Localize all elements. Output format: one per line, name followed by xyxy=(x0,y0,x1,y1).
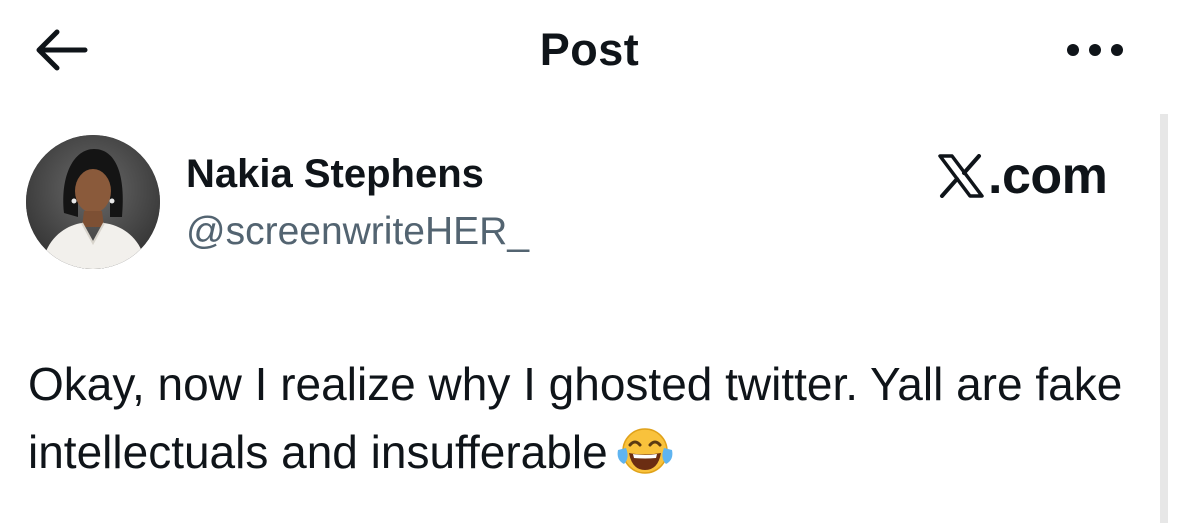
post-screen: Post Nakia Stephens @screenwriteHER_ .co… xyxy=(0,0,1179,523)
post-body: Okay, now I realize why I ghosted twitte… xyxy=(28,350,1148,486)
author-handle[interactable]: @screenwriteHER_ xyxy=(186,210,529,254)
profile-photo xyxy=(26,135,160,269)
page-title: Post xyxy=(539,24,640,75)
more-horizontal-icon xyxy=(1067,44,1123,56)
author-name[interactable]: Nakia Stephens xyxy=(186,152,484,197)
post-text: Okay, now I realize why I ghosted twitte… xyxy=(28,358,1123,478)
watermark-text: .com xyxy=(988,147,1108,205)
avatar[interactable] xyxy=(26,135,160,269)
scrollbar[interactable] xyxy=(1160,114,1168,523)
top-nav-bar: Post xyxy=(0,0,1179,100)
face-with-tears-of-joy-icon xyxy=(617,428,673,474)
x-logo-icon xyxy=(938,154,984,198)
watermark: .com xyxy=(938,146,1108,206)
more-options-button[interactable] xyxy=(1060,30,1130,70)
